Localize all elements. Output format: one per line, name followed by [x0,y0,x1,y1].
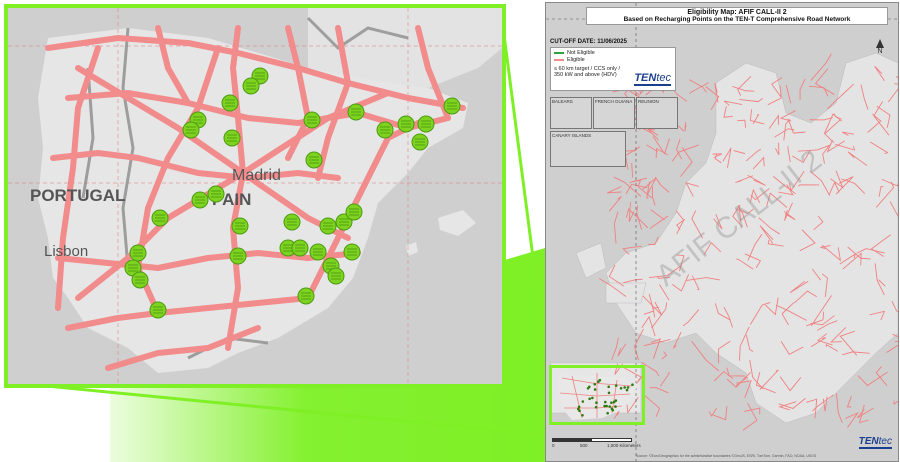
inset-charging-point [593,382,597,386]
inset-reunion: REUNION [636,97,678,129]
map-title: Eligibility Map: AFIF CALL-II 2 [687,9,787,16]
legend-label: Eligible [567,57,585,63]
inset-charging-point [610,401,613,404]
tentec-logo-small: TENtec [634,72,671,86]
label-portugal: PORTUGAL [30,186,125,205]
inset-charging-point [595,401,598,404]
north-arrow: N [876,39,884,55]
iberia-highlight-box [549,365,645,425]
inset-charging-point [614,399,618,402]
inset-charging-point [608,405,611,408]
inset-charging-point [606,411,609,415]
inset-charging-point [581,414,584,417]
zoom-map: PORTUGAL Madrid PAIN Lisbon [8,8,502,384]
inset-baleares: BALEARS [550,97,592,129]
inset-charging-point [631,383,634,386]
label-lisbon: Lisbon [44,243,88,260]
inset-charging-point [626,386,630,389]
map-subtitle: Based on Recharging Points on the TEN-T … [623,16,851,23]
eu-map-panel: AFIF CALL-II 2 Eligibility Map: AFIF CAL… [545,2,899,462]
inset-charging-point [614,405,617,408]
zoom-panel: PORTUGAL Madrid PAIN Lisbon [4,4,506,388]
label-madrid: Madrid [232,167,281,184]
north-label: N [877,48,883,55]
inset-charging-point [603,400,607,404]
inset-charging-point [594,405,598,409]
cutoff-date: CUT-OFF DATE: 11/06/2025 [550,39,627,45]
inset-charging-point [577,405,581,409]
map-title-block: Eligibility Map: AFIF CALL-II 2 Based on… [586,7,888,25]
inset-charging-point [619,387,623,390]
inset-charging-point [597,380,600,383]
inset-charging-point [581,400,585,403]
inset-charging-point [614,384,618,387]
scale-bar: 0 500 1,000 Kilometers [552,438,641,448]
inset-charging-point [607,391,611,395]
inset-charging-point [607,385,610,389]
legend-item: Eligible [554,57,672,63]
inset-charging-point [588,397,591,401]
inset-charging-point [578,409,581,413]
legend: Not Eligible Eligible ≤ 60 km target / CC… [550,47,676,91]
legend-item: Not Eligible [554,50,672,56]
north-arrow-icon [876,39,884,48]
inset-charging-point [623,386,626,389]
inset-french-guiana: FRENCH GUIANA [593,97,635,129]
inset-charging-point [593,388,597,391]
tentec-logo: TENtec [858,436,892,449]
legend-label: Not Eligible [567,50,595,56]
inset-charging-point [591,396,594,400]
legend-swatch [554,52,564,54]
source-note: Source: ©EuroGeographics for the adminis… [636,454,817,458]
inset-canary-islands: CANARY ISLANDS [550,131,626,167]
inset-charging-point [605,404,608,408]
inset-charging-point [611,408,615,412]
inset-charging-point [625,388,629,392]
inset-charging-point [586,387,590,390]
legend-swatch [554,59,564,61]
